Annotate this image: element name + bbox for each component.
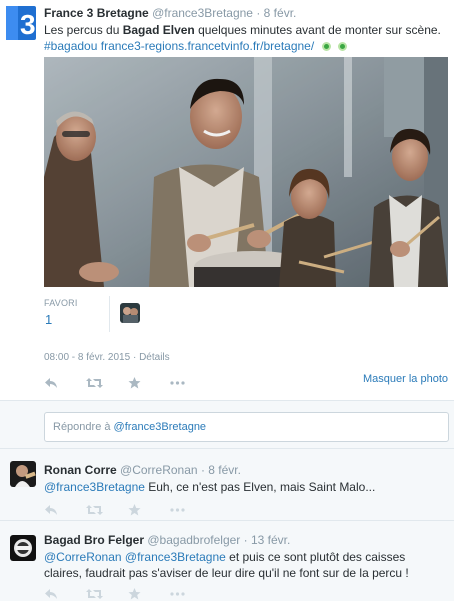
separator-dot: ·	[132, 352, 137, 363]
favoriter-avatar[interactable]	[120, 303, 140, 323]
reply-text: @CorreRonan @france3Bretagne et puis ce …	[44, 549, 444, 581]
favorites-label: FAVORI	[44, 298, 78, 308]
more-icon[interactable]	[170, 501, 212, 519]
mention-link[interactable]: @france3Bretagne	[125, 550, 226, 564]
details-link[interactable]: Détails	[139, 352, 170, 363]
vine-dot-icon[interactable]	[321, 42, 331, 51]
retweet-icon[interactable]	[86, 585, 128, 601]
reply-placeholder: Répondre à	[53, 421, 114, 433]
author-handle[interactable]: @CorreRonan	[120, 463, 198, 477]
reply-tweet: Bagad Bro Felger @bagadbrofelger · 13 fé…	[0, 520, 454, 601]
tweet-stats: FAVORI 1	[44, 296, 448, 334]
hashtag-link[interactable]: #bagadou	[44, 39, 97, 53]
author-name[interactable]: France 3 Bretagne	[44, 6, 149, 20]
reply-text-part: Euh, ce n'est pas Elven, mais Saint Malo…	[144, 480, 376, 494]
avatar[interactable]	[10, 535, 36, 561]
retweet-icon[interactable]	[86, 374, 128, 392]
svg-text:3: 3	[20, 9, 36, 40]
author-handle[interactable]: @france3Bretagne	[152, 6, 253, 20]
tweet-meta: 08:00 - 8 févr. 2015 · Détails	[44, 352, 170, 363]
separator-dot: ·	[200, 463, 205, 477]
tweet-text-bold: Bagad Elven	[122, 23, 195, 37]
reply-tweet: Ronan Corre @CorreRonan · 8 févr. @franc…	[0, 448, 454, 520]
mention-link[interactable]: @CorreRonan	[44, 550, 122, 564]
tweet-photo[interactable]	[44, 57, 448, 287]
france3-logo-icon[interactable]: 3	[6, 6, 36, 40]
avatar[interactable]	[10, 461, 36, 487]
tweet-text-part: quelques minutes avant de monter sur scè…	[194, 23, 441, 37]
mention-link[interactable]: @france3Bretagne	[44, 480, 145, 494]
reply-header: Ronan Corre @CorreRonan · 8 févr.	[44, 463, 241, 477]
hide-photo-link[interactable]: Masquer la photo	[363, 373, 448, 385]
vine-dot-icon[interactable]	[337, 42, 347, 51]
reply-icon[interactable]	[44, 374, 86, 392]
main-tweet: 3 France 3 Bretagne @france3Bretagne · 8…	[0, 0, 454, 401]
favorite-icon[interactable]	[128, 501, 170, 519]
tweet-date[interactable]: 13 févr.	[251, 533, 290, 547]
separator-dot: ·	[243, 533, 248, 547]
favorites-count[interactable]: 1	[45, 312, 52, 327]
tweet-text-part: Les percus du	[44, 23, 123, 37]
reply-text: @france3Bretagne Euh, ce n'est pas Elven…	[44, 479, 444, 495]
stats-divider	[109, 296, 110, 332]
reply-actions	[44, 501, 212, 519]
tweet-header: France 3 Bretagne @france3Bretagne · 8 f…	[44, 6, 296, 20]
tweet-timestamp: 08:00 - 8 févr. 2015	[44, 352, 131, 363]
tweet-text: Les percus du Bagad Elven quelques minut…	[44, 22, 444, 54]
tweet-actions	[44, 374, 212, 392]
more-icon[interactable]	[170, 585, 212, 601]
reply-input[interactable]: Répondre à @france3Bretagne	[44, 412, 449, 442]
favorite-icon[interactable]	[128, 585, 170, 601]
author-name[interactable]: Ronan Corre	[44, 463, 117, 477]
author-name[interactable]: Bagad Bro Felger	[44, 533, 144, 547]
reply-area: Répondre à @france3Bretagne	[0, 401, 454, 448]
tweet-date[interactable]: 8 févr.	[208, 463, 241, 477]
reply-icon[interactable]	[44, 585, 86, 601]
tweet-date[interactable]: 8 févr.	[264, 6, 297, 20]
favorite-icon[interactable]	[128, 374, 170, 392]
reply-mention: @france3Bretagne	[113, 421, 207, 433]
url-link[interactable]: france3-regions.francetvinfo.fr/bretagne…	[101, 39, 314, 53]
reply-header: Bagad Bro Felger @bagadbrofelger · 13 fé…	[44, 533, 290, 547]
retweet-icon[interactable]	[86, 501, 128, 519]
reply-actions	[44, 585, 212, 601]
separator-dot: ·	[256, 6, 261, 20]
author-handle[interactable]: @bagadbrofelger	[147, 533, 240, 547]
reply-icon[interactable]	[44, 501, 86, 519]
more-icon[interactable]	[170, 374, 212, 392]
